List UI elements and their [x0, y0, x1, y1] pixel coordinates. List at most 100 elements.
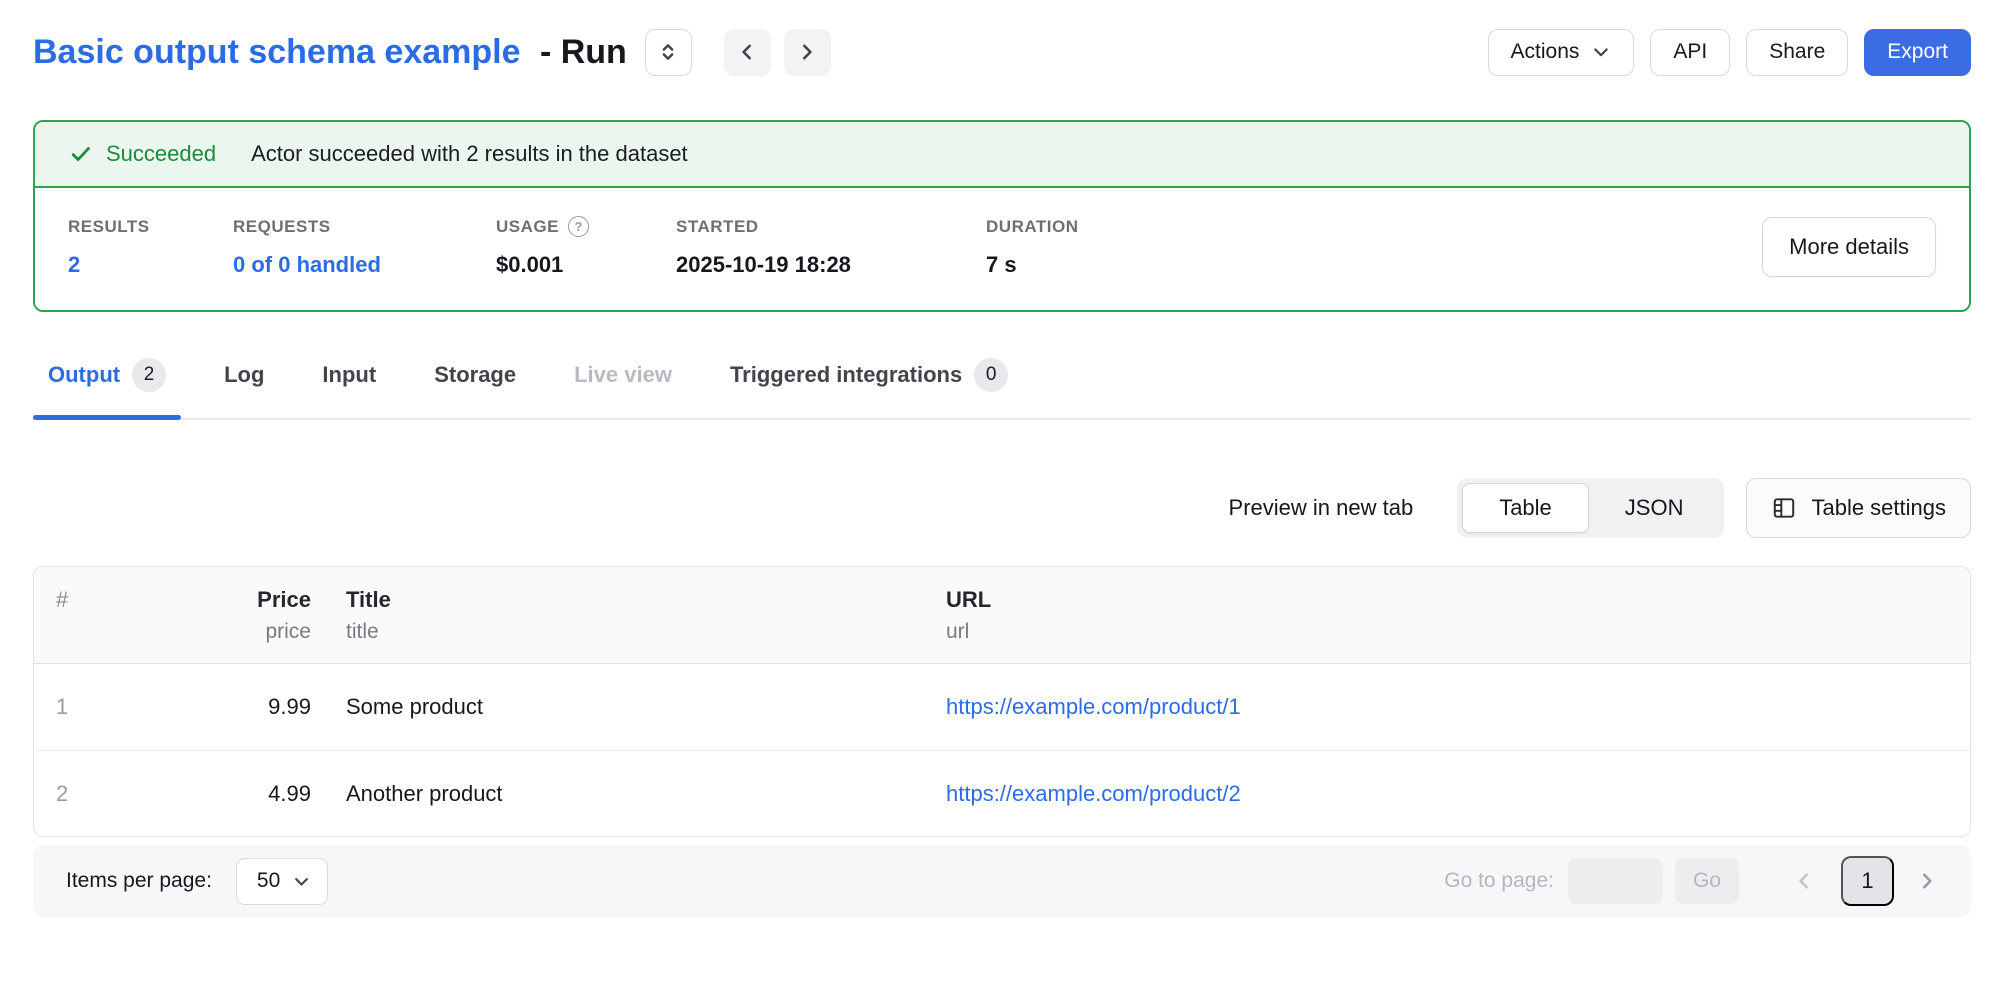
share-label: Share [1769, 40, 1825, 64]
tab-live-view-label: Live view [574, 362, 672, 388]
next-run-button[interactable] [784, 29, 831, 76]
column-header-index: # [34, 584, 191, 616]
table-icon [1771, 495, 1797, 521]
chevron-left-icon [736, 41, 758, 63]
stat-usage-label: USAGE ? [496, 216, 676, 237]
stat-results-value[interactable]: 2 [68, 252, 233, 278]
status-message: Actor succeeded with 2 results in the da… [251, 141, 688, 167]
tab-storage-label: Storage [434, 362, 516, 388]
go-to-page-input[interactable] [1568, 858, 1663, 904]
column-header-title-label: Title [346, 584, 946, 616]
table-row: 1 9.99 Some product https://example.com/… [34, 664, 1970, 750]
chevron-down-icon [1591, 42, 1611, 62]
column-header-title-key: title [346, 616, 946, 648]
chevron-left-icon [1793, 870, 1815, 892]
next-page-button[interactable] [1916, 870, 1938, 892]
table-settings-button[interactable]: Table settings [1746, 478, 1971, 538]
items-per-page-label: Items per page: [66, 869, 212, 893]
column-header-url: URL url [946, 584, 1970, 648]
run-tabs: Output 2 Log Input Storage Live view Tri… [33, 358, 1971, 420]
items-per-page-select[interactable]: 50 [236, 858, 328, 905]
preview-in-new-tab-link[interactable]: Preview in new tab [1229, 495, 1414, 521]
column-header-price-label: Price [191, 584, 311, 616]
actions-button[interactable]: Actions [1488, 29, 1635, 76]
results-table: # Price price Title title URL url 1 9.99… [33, 566, 1971, 837]
go-button[interactable]: Go [1675, 858, 1739, 904]
export-label: Export [1887, 40, 1948, 64]
run-stats-row: RESULTS 2 REQUESTS 0 of 0 handled USAGE … [35, 188, 1969, 310]
actor-title-link[interactable]: Basic output schema example [33, 33, 521, 71]
row-index: 2 [34, 781, 191, 807]
chevron-right-icon [796, 41, 818, 63]
stat-duration-label: DURATION [986, 217, 1079, 237]
column-header-index-label: # [56, 584, 191, 616]
page-header: Basic output schema example - Run Action… [33, 28, 1971, 76]
status-text: Succeeded [106, 141, 216, 167]
table-settings-label: Table settings [1811, 495, 1946, 521]
api-button[interactable]: API [1650, 29, 1730, 76]
row-url: https://example.com/product/1 [946, 694, 1970, 720]
chevron-right-icon [1916, 870, 1938, 892]
tab-log-label: Log [224, 362, 264, 388]
more-details-button[interactable]: More details [1762, 217, 1936, 277]
chevron-down-icon [292, 872, 311, 891]
stat-results-label: RESULTS [68, 217, 233, 237]
row-url: https://example.com/product/2 [946, 781, 1970, 807]
column-header-url-key: url [946, 616, 1970, 648]
view-toggle: Table JSON [1457, 478, 1724, 538]
run-status-card: Succeeded Actor succeeded with 2 results… [33, 120, 1971, 312]
row-index: 1 [34, 694, 191, 720]
run-detail-page: Basic output schema example - Run Action… [0, 28, 2004, 1006]
page-title: Basic output schema example - Run [33, 33, 627, 72]
table-row: 2 4.99 Another product https://example.c… [34, 750, 1970, 836]
go-to-page-label: Go to page: [1444, 869, 1554, 893]
stat-results: RESULTS 2 [68, 217, 233, 278]
row-title: Some product [311, 694, 946, 720]
row-price: 4.99 [191, 781, 311, 807]
tab-output[interactable]: Output 2 [48, 358, 166, 418]
stat-requests-label: REQUESTS [233, 217, 496, 237]
view-toggle-json[interactable]: JSON [1589, 483, 1720, 533]
row-url-link[interactable]: https://example.com/product/1 [946, 694, 1241, 719]
stat-usage: USAGE ? $0.001 [496, 216, 676, 278]
tab-live-view: Live view [574, 358, 672, 418]
help-icon[interactable]: ? [568, 216, 589, 237]
tab-triggered-integrations-badge: 0 [974, 358, 1008, 392]
previous-run-button[interactable] [724, 29, 771, 76]
stat-requests: REQUESTS 0 of 0 handled [233, 217, 496, 278]
column-header-url-label: URL [946, 584, 1970, 616]
run-selector-button[interactable] [645, 29, 692, 76]
tab-output-label: Output [48, 362, 120, 388]
stat-requests-value[interactable]: 0 of 0 handled [233, 252, 496, 278]
stat-duration-value: 7 s [986, 252, 1079, 278]
api-label: API [1673, 40, 1707, 64]
pagination-bar: Items per page: 50 Go to page: Go 1 [33, 845, 1971, 917]
tab-log[interactable]: Log [224, 358, 264, 418]
tab-storage[interactable]: Storage [434, 358, 516, 418]
tab-output-badge: 2 [132, 358, 166, 392]
tab-input-label: Input [322, 362, 376, 388]
stat-duration: DURATION 7 s [986, 217, 1079, 278]
items-per-page-value: 50 [257, 869, 280, 893]
column-header-price-key: price [191, 616, 311, 648]
table-header-row: # Price price Title title URL url [34, 567, 1970, 664]
column-header-price: Price price [191, 584, 311, 648]
tab-triggered-integrations[interactable]: Triggered integrations 0 [730, 358, 1008, 418]
page-number-button[interactable]: 1 [1841, 856, 1894, 906]
stat-started: STARTED 2025-10-19 18:28 [676, 217, 986, 278]
row-url-link[interactable]: https://example.com/product/2 [946, 781, 1241, 806]
up-down-chevrons-icon [657, 41, 679, 63]
run-suffix: - Run [540, 33, 627, 71]
share-button[interactable]: Share [1746, 29, 1848, 76]
stat-started-label: STARTED [676, 217, 986, 237]
stat-usage-label-text: USAGE [496, 217, 559, 237]
row-price: 9.99 [191, 694, 311, 720]
export-button[interactable]: Export [1864, 29, 1971, 76]
actions-label: Actions [1511, 40, 1580, 64]
previous-page-button[interactable] [1793, 870, 1815, 892]
column-header-title: Title title [311, 584, 946, 648]
status-label: Succeeded [68, 141, 216, 167]
view-toggle-table[interactable]: Table [1462, 483, 1589, 533]
stat-started-value: 2025-10-19 18:28 [676, 252, 986, 278]
tab-input[interactable]: Input [322, 358, 376, 418]
